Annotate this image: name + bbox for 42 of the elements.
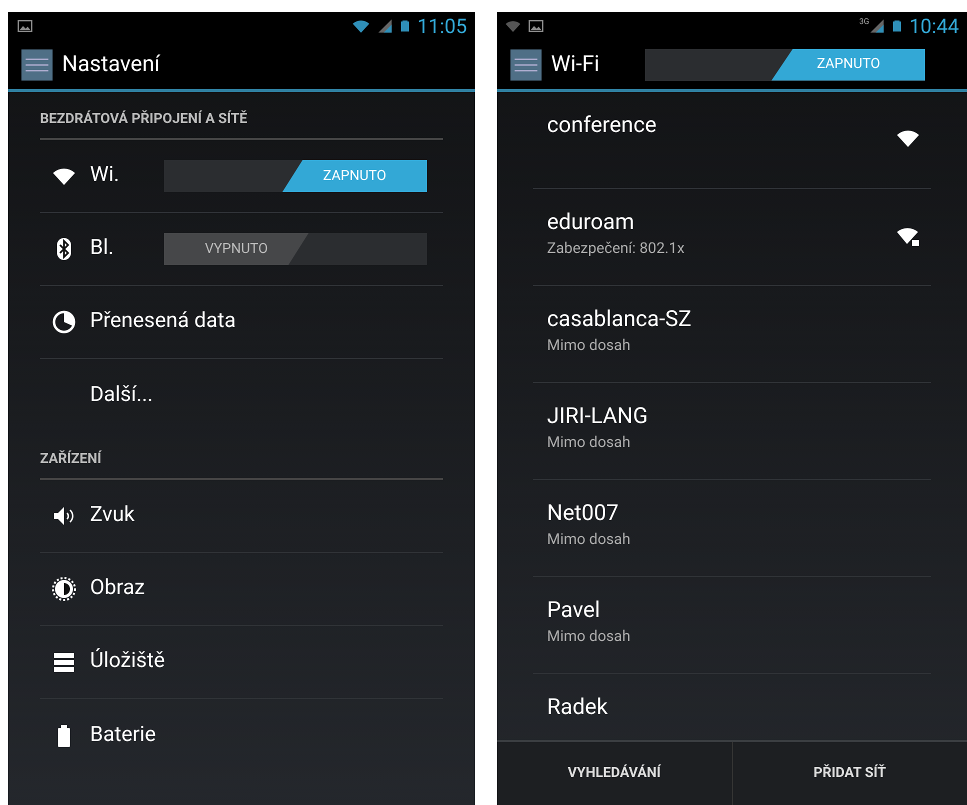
network-name[interactable]: Pavel — [547, 597, 931, 625]
setting-label[interactable]: Baterie — [90, 720, 156, 752]
setting-label[interactable]: Další... — [90, 380, 153, 412]
network-status: Mimo dosah — [547, 335, 632, 356]
bottom-button[interactable]: VYHLEDÁVÁNÍ — [497, 742, 732, 805]
toggle-label: ZAPNUTO — [323, 166, 386, 186]
settings-icon — [509, 48, 543, 82]
storage-icon — [52, 650, 76, 674]
network-name[interactable]: conference — [547, 112, 895, 140]
bottom-button[interactable]: PŘIDAT SÍŤ — [732, 742, 967, 805]
section-header: BEZDRÁTOVÁ PŘIPOJENÍ A SÍTĚ — [40, 111, 248, 127]
screen-title: Wi-Fi — [551, 51, 600, 79]
setting-label[interactable]: Obraz — [90, 573, 145, 605]
network-name[interactable]: casablanca-SZ — [547, 306, 931, 334]
toggle-label: VYPNUTO — [204, 240, 268, 258]
screen-title: Nastavení — [62, 51, 160, 79]
signal-icon — [377, 17, 394, 35]
setting-label[interactable]: Wi. — [90, 160, 150, 192]
network-status: Zabezpečení: 802.1x — [547, 238, 686, 259]
setting-label[interactable]: Úložiště — [90, 646, 165, 678]
pie-chart-icon — [52, 310, 76, 334]
network-name[interactable]: Radek — [547, 694, 931, 722]
signal-icon — [869, 17, 886, 35]
network-status: Mimo dosah — [547, 432, 632, 453]
toggle-switch[interactable]: VYPNUTO — [164, 233, 427, 265]
network-status: Mimo dosah — [547, 529, 632, 550]
section-header: ZAŘÍZENÍ — [40, 451, 102, 467]
picture-icon — [16, 18, 34, 34]
clock: 10:44 — [909, 13, 959, 40]
setting-label[interactable]: Bl. — [90, 233, 150, 265]
network-name[interactable]: JIRI-LANG — [547, 403, 931, 431]
settings-icon — [20, 48, 54, 82]
network-status: Mimo dosah — [547, 626, 632, 647]
network-name[interactable]: eduroam — [547, 209, 895, 237]
setting-label[interactable]: Přenesená data — [90, 306, 236, 338]
picture-icon — [527, 18, 545, 34]
toggle-label: ZAPNUTO — [816, 55, 880, 74]
network-type: 3G — [859, 16, 870, 28]
setting-label[interactable]: Zvuk — [90, 500, 135, 532]
brightness-icon — [52, 577, 76, 601]
network-name[interactable]: Net007 — [547, 500, 931, 528]
clock: 11:05 — [417, 13, 467, 40]
